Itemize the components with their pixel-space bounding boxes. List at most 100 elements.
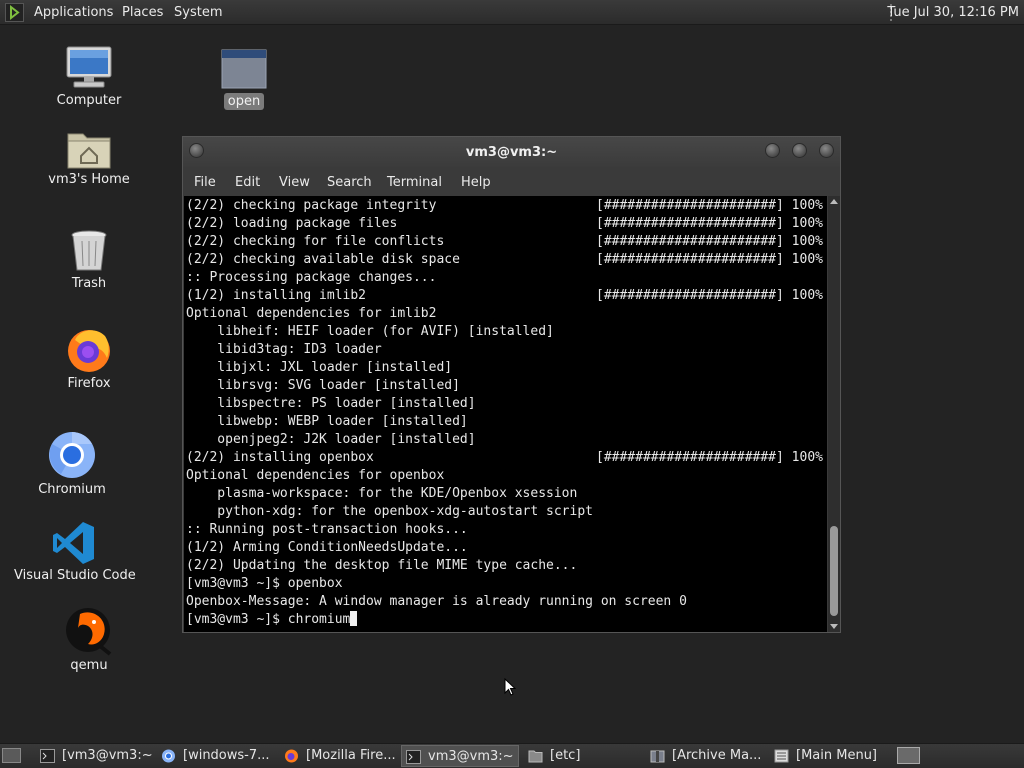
places-menu[interactable]: Places xyxy=(122,5,163,20)
terminal-line: (2/2) checking available disk space xyxy=(186,252,460,267)
desktop-icon-computer[interactable]: Computer xyxy=(48,45,130,108)
menu-view[interactable]: View xyxy=(279,175,310,190)
clock[interactable]: Tue Jul 30, 12:16 PM xyxy=(887,5,1019,20)
desktop-icon-label: Trash xyxy=(71,276,107,291)
window-title: vm3@vm3:~ xyxy=(465,145,558,160)
mouse-pointer-icon xyxy=(504,678,516,696)
taskbar-button[interactable]: [Archive Ma... xyxy=(646,745,764,767)
taskbar-button-label: [etc] xyxy=(550,748,581,763)
workspace-switcher[interactable] xyxy=(897,747,920,764)
terminal-line: (2/2) loading package files xyxy=(186,216,398,231)
terminal-scrollbar[interactable] xyxy=(828,196,840,632)
trash-icon xyxy=(71,230,107,271)
menu-help[interactable]: Help xyxy=(461,175,491,190)
terminal-icon xyxy=(406,750,421,764)
terminal-line: librsvg: SVG loader [installed] xyxy=(186,378,460,393)
terminal-line: (1/2) installing imlib2 xyxy=(186,288,367,303)
terminal-line: libwebp: WEBP loader [installed] xyxy=(186,414,468,429)
desktop-icon-chromium[interactable]: Chromium xyxy=(36,430,108,497)
maximize-button[interactable] xyxy=(792,143,807,158)
progress-bar-text: [######################] 100% xyxy=(596,450,823,465)
desktop-icon-label: vm3's Home xyxy=(48,172,130,187)
menu-terminal[interactable]: Terminal xyxy=(387,175,442,190)
minimize-button[interactable] xyxy=(765,143,780,158)
desktop-icon-vscode[interactable]: Visual Studio Code xyxy=(14,520,136,583)
taskbar-button[interactable]: vm3@vm3:~ xyxy=(401,745,519,767)
taskbar-button-label: [Main Menu] xyxy=(796,748,878,763)
menu-file[interactable]: File xyxy=(194,175,216,190)
taskbar-button[interactable]: [Mozilla Fire... xyxy=(280,745,396,767)
progress-bar-text: [######################] 100% xyxy=(596,198,823,213)
applications-menu[interactable]: Applications xyxy=(34,5,113,20)
terminal-line: Optional dependencies for imlib2 xyxy=(186,306,437,321)
scroll-up-arrow-icon[interactable] xyxy=(830,199,838,204)
firefox-icon xyxy=(68,330,110,372)
taskbar-button[interactable]: [vm3@vm3:~] xyxy=(36,745,152,767)
taskbar-button-label: [windows-7... xyxy=(183,748,270,763)
terminal-line: libheif: HEIF loader (for AVIF) [install… xyxy=(186,324,554,339)
close-button[interactable] xyxy=(819,143,834,158)
desktop-icon-open[interactable]: open xyxy=(218,48,270,110)
desktop-icon-firefox[interactable]: Firefox xyxy=(54,326,124,391)
terminal-line: [vm3@vm3 ~]$ openbox xyxy=(186,576,343,591)
terminal-line: (2/2) checking for file conflicts xyxy=(186,234,445,249)
computer-icon xyxy=(66,46,112,88)
taskbar-button-label: [Archive Ma... xyxy=(672,748,762,763)
terminal-line: [vm3@vm3 ~]$ chromium xyxy=(186,611,358,629)
archive-icon xyxy=(650,749,665,763)
taskbar-button-label: vm3@vm3:~ xyxy=(428,749,514,764)
desktop-icon-trash[interactable]: Trash xyxy=(54,228,124,291)
scrollbar-thumb[interactable] xyxy=(830,526,838,616)
terminal-line: libid3tag: ID3 loader xyxy=(186,342,382,357)
progress-bar-text: [######################] 100% xyxy=(596,288,823,303)
terminal-line: openjpeg2: J2K loader [installed] xyxy=(186,432,476,447)
desktop-icon-label: qemu xyxy=(70,658,108,673)
taskbar-button[interactable]: [etc] xyxy=(524,745,640,767)
terminal-line: (1/2) Arming ConditionNeedsUpdate... xyxy=(186,540,468,555)
terminal-line: Optional dependencies for openbox xyxy=(186,468,445,483)
scroll-down-arrow-icon[interactable] xyxy=(830,624,838,629)
terminal-icon xyxy=(40,749,55,763)
menu-edit[interactable]: Edit xyxy=(235,175,260,190)
terminal-line: :: Running post-transaction hooks... xyxy=(186,522,468,537)
taskbar-button-label: [Mozilla Fire... xyxy=(306,748,396,763)
terminal-line: (2/2) checking package integrity xyxy=(186,198,437,213)
window-icon xyxy=(221,49,267,89)
terminal-line: libspectre: PS loader [installed] xyxy=(186,396,476,411)
desktop-icon-home[interactable]: vm3's Home xyxy=(44,128,134,187)
progress-bar-text: [######################] 100% xyxy=(596,216,823,231)
desktop-icon-label: Firefox xyxy=(67,376,111,391)
firefox-icon xyxy=(284,749,299,763)
chromium-icon xyxy=(161,749,176,763)
folder-icon xyxy=(528,749,543,763)
terminal-output[interactable]: (2/2) checking package integrity [#######… xyxy=(184,196,827,632)
terminal-line: plasma-workspace: for the KDE/Openbox xs… xyxy=(186,486,578,501)
desktop-icon-qemu[interactable]: qemu xyxy=(54,606,124,673)
chromium-icon xyxy=(49,432,95,478)
terminal-titlebar[interactable]: vm3@vm3:~ xyxy=(183,137,840,167)
taskbar-button[interactable]: [Main Menu] xyxy=(770,745,888,767)
terminal-line: (2/2) Updating the desktop file MIME typ… xyxy=(186,558,578,573)
menu-editor-icon xyxy=(774,749,789,763)
terminal-line: (2/2) installing openbox xyxy=(186,450,374,465)
taskbar-button[interactable]: [windows-7... xyxy=(157,745,275,767)
desktop-icon-label: Computer xyxy=(56,93,122,108)
text-cursor xyxy=(350,611,358,626)
qemu-icon xyxy=(66,608,112,656)
desktop-icon-label: Chromium xyxy=(38,482,106,497)
terminal-line: libjxl: JXL loader [installed] xyxy=(186,360,453,375)
menu-search[interactable]: Search xyxy=(327,175,372,190)
terminal-line: python-xdg: for the openbox-xdg-autostar… xyxy=(186,504,593,519)
show-desktop-icon[interactable] xyxy=(2,748,21,763)
progress-bar-text: [######################] 100% xyxy=(596,234,823,249)
vscode-icon xyxy=(53,522,94,564)
terminal-menubar: File Edit View Search Terminal Help xyxy=(183,167,840,195)
bottom-taskbar: [vm3@vm3:~] [windows-7... [Mozilla Fire...… xyxy=(0,743,1024,768)
home-folder-icon xyxy=(67,133,111,169)
distro-logo-icon[interactable] xyxy=(5,3,24,22)
desktop-icon-label: open xyxy=(223,93,265,110)
progress-bar-text: [######################] 100% xyxy=(596,252,823,267)
terminal-window[interactable]: vm3@vm3:~ File Edit View Search Terminal… xyxy=(182,136,841,633)
system-menu[interactable]: System xyxy=(174,5,222,20)
top-panel: Applications Places System Tue Jul 30, 1… xyxy=(0,0,1024,25)
